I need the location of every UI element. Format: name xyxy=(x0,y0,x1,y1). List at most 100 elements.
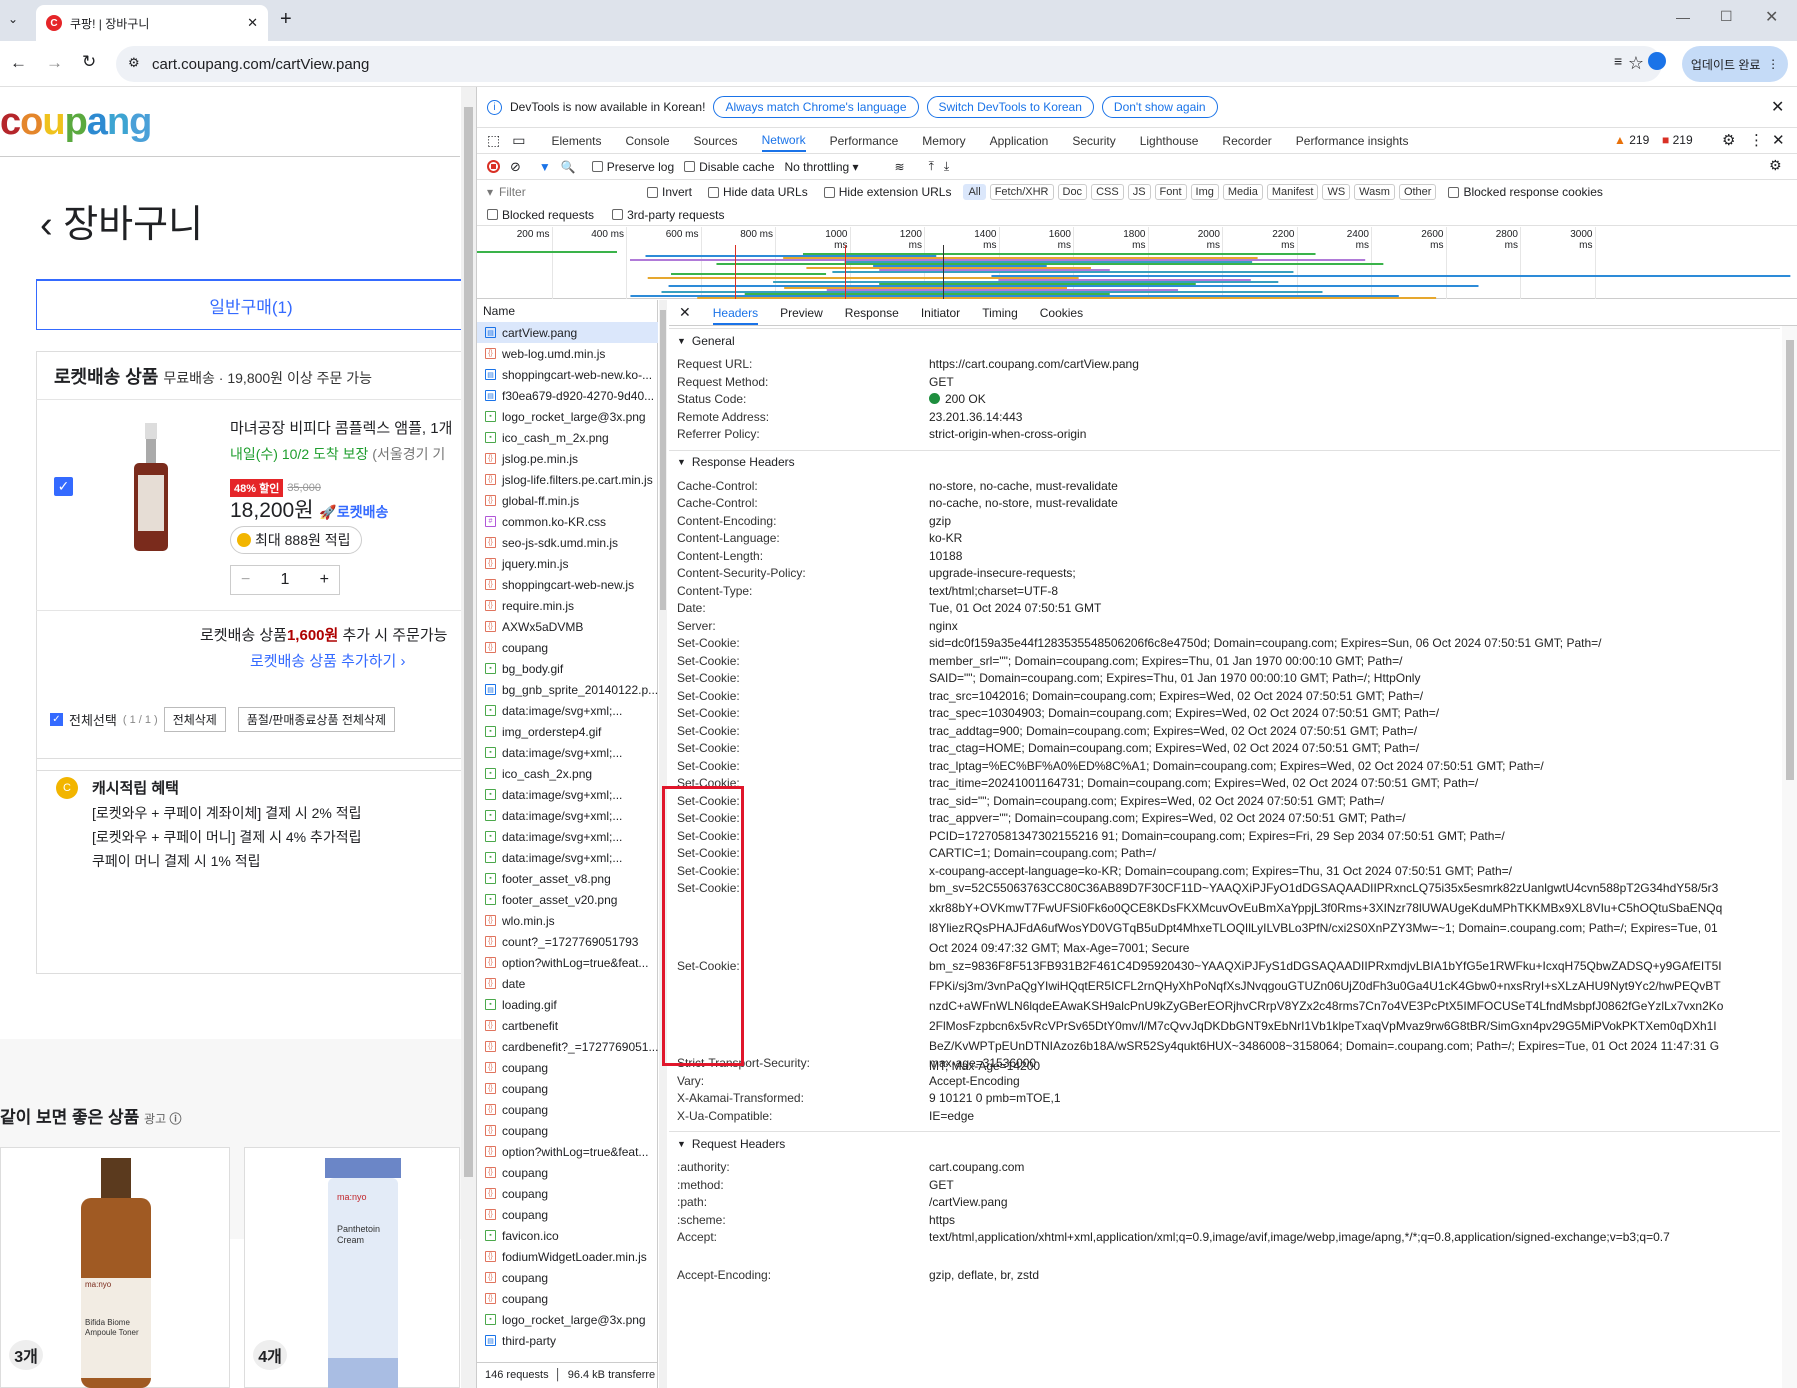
request-row[interactable]: ▪ logo_rocket_large@3x.png xyxy=(477,1309,658,1330)
export-har-icon[interactable]: ⤓ xyxy=(944,159,949,174)
tab-initiator[interactable]: Initiator xyxy=(921,306,960,320)
request-row[interactable]: {} jslog-life.filters.pe.cart.min.js xyxy=(477,469,658,490)
network-overview[interactable]: 200 ms 400 ms 600 ms 800 ms 1000 ms 1200 ms 14… xyxy=(477,227,1797,299)
request-row[interactable]: ▪ ico_cash_2x.png xyxy=(477,763,658,784)
filter-type-fetch[interactable]: Fetch/XHR xyxy=(989,184,1054,200)
tab-application[interactable]: Application xyxy=(990,134,1049,148)
request-row[interactable]: ▤ third-party xyxy=(477,1330,658,1351)
request-row[interactable]: {} cardbenefit?_=1727769051... xyxy=(477,1036,658,1057)
reload-icon[interactable]: ↻ xyxy=(82,52,96,72)
filter-type-font[interactable]: Font xyxy=(1154,184,1187,200)
request-row[interactable]: {} AXWx5aDVMB xyxy=(477,616,658,637)
banner-close-icon[interactable]: ✕ xyxy=(1771,97,1784,117)
tab-recorder[interactable]: Recorder xyxy=(1222,134,1271,148)
product-checkbox[interactable]: ✓ xyxy=(54,477,73,496)
tab-memory[interactable]: Memory xyxy=(922,134,965,148)
device-toolbar-icon[interactable]: ▭ xyxy=(512,132,525,149)
page-scrollbar[interactable] xyxy=(461,87,476,1388)
tab-elements[interactable]: Elements xyxy=(551,134,601,148)
minus-icon[interactable]: − xyxy=(241,571,250,589)
filter-type-other[interactable]: Other xyxy=(1398,184,1437,200)
window-close-icon[interactable]: ✕ xyxy=(1765,7,1778,27)
quantity-value[interactable]: 1 xyxy=(281,571,290,589)
request-row[interactable]: ▤ cartView.pang xyxy=(477,322,658,343)
filter-type-all[interactable]: All xyxy=(963,184,986,200)
request-row[interactable]: {} count?_=1727769051793 xyxy=(477,931,658,952)
reco-card[interactable]: ma:nyo Bifida Biome Ampoule Toner 3개 xyxy=(0,1147,230,1388)
quantity-stepper[interactable]: − 1 + xyxy=(230,565,340,595)
more-options-icon[interactable]: ⋮ xyxy=(1749,131,1764,149)
expand-triangle-icon[interactable]: ▼ xyxy=(677,1139,686,1149)
media-icon[interactable]: ≡ xyxy=(1614,53,1622,69)
tab-lighthouse[interactable]: Lighthouse xyxy=(1140,134,1199,148)
tab-timing[interactable]: Timing xyxy=(982,306,1018,320)
request-row[interactable]: {} coupang xyxy=(477,1162,658,1183)
request-row[interactable]: ▪ bg_body.gif xyxy=(477,658,658,679)
site-info-icon[interactable]: ⚙ xyxy=(128,55,140,71)
tab-headers[interactable]: Headers xyxy=(712,301,759,325)
product-image[interactable] xyxy=(130,423,172,551)
request-row[interactable]: ▪ footer_asset_v20.png xyxy=(477,889,658,910)
disable-cache-checkbox[interactable]: Disable cache xyxy=(684,160,775,174)
filter-input[interactable]: ▾ Filter xyxy=(487,185,647,199)
throttling-select[interactable]: No throttling ▾ xyxy=(785,160,885,174)
network-settings-icon[interactable]: ⚙ xyxy=(1769,157,1782,174)
request-row[interactable]: {} jslog.pe.min.js xyxy=(477,448,658,469)
filter-type-css[interactable]: CSS xyxy=(1091,184,1124,200)
request-row[interactable]: {} seo-js-sdk.umd.min.js xyxy=(477,532,658,553)
expand-triangle-icon[interactable]: ▼ xyxy=(677,336,686,346)
section-request[interactable]: ▼ Request Headers xyxy=(669,1131,1780,1155)
error-count[interactable]: ■ 219 xyxy=(1662,133,1693,147)
request-row[interactable]: {} coupang xyxy=(477,637,658,658)
tab-close-icon[interactable]: ✕ xyxy=(247,15,258,31)
hide-data-urls-checkbox[interactable]: Hide data URLs xyxy=(708,185,808,199)
filter-type-ws[interactable]: WS xyxy=(1322,184,1351,200)
forward-icon[interactable]: → xyxy=(46,53,63,73)
filter-type-wasm[interactable]: Wasm xyxy=(1354,184,1395,200)
filter-type-js[interactable]: JS xyxy=(1127,184,1151,200)
preserve-log-checkbox[interactable]: Preserve log xyxy=(591,160,674,174)
request-row[interactable]: {} coupang xyxy=(477,1078,658,1099)
details-scrollbar[interactable] xyxy=(1782,326,1797,1388)
maximize-icon[interactable]: ☐ xyxy=(1720,8,1733,25)
add-more-link[interactable]: 로켓배송 상품 추가하기 › xyxy=(250,650,406,671)
warning-count[interactable]: ▲ 219 xyxy=(1614,133,1649,147)
match-language-button[interactable]: Always match Chrome's language xyxy=(713,96,919,118)
request-row[interactable]: ▪ img_orderstep4.gif xyxy=(477,721,658,742)
request-row[interactable]: {} coupang xyxy=(477,1099,658,1120)
filter-icon[interactable]: ▼ xyxy=(539,160,551,174)
request-row[interactable]: ▪ data:image/svg+xml;... xyxy=(477,826,658,847)
detail-close-icon[interactable]: ✕ xyxy=(679,304,691,321)
request-row[interactable]: {} coupang xyxy=(477,1267,658,1288)
request-row[interactable]: {} jquery.min.js xyxy=(477,553,658,574)
request-row[interactable]: {} global-ff.min.js xyxy=(477,490,658,511)
request-row[interactable]: ▤ bg_gnb_sprite_20140122.p... xyxy=(477,679,658,700)
request-row[interactable]: ▪ footer_asset_v8.png xyxy=(477,868,658,889)
inspect-element-icon[interactable]: ⬚ xyxy=(487,132,500,149)
delete-soldout-button[interactable]: 품절/판매종료상품 전체삭제 xyxy=(237,707,396,732)
request-row[interactable]: ▪ data:image/svg+xml;... xyxy=(477,700,658,721)
request-row[interactable]: ▪ data:image/svg+xml;... xyxy=(477,784,658,805)
tab-sources[interactable]: Sources xyxy=(694,134,738,148)
request-row[interactable]: {} require.min.js xyxy=(477,595,658,616)
clear-icon[interactable]: ⊘ xyxy=(510,159,521,175)
filter-type-media[interactable]: Media xyxy=(1222,184,1263,200)
third-party-checkbox[interactable]: 3rd-party requests xyxy=(612,208,724,222)
back-chevron-icon[interactable]: ‹ xyxy=(40,204,53,246)
invert-checkbox[interactable]: Invert xyxy=(647,185,692,199)
tab-network[interactable]: Network xyxy=(761,133,806,152)
request-row[interactable]: ▤ f30ea679-d920-4270-9d40... xyxy=(477,385,658,406)
tab-console[interactable]: Console xyxy=(626,134,670,148)
select-all-checkbox[interactable]: ✓ xyxy=(50,713,63,726)
request-row[interactable]: {} shoppingcart-web-new.js xyxy=(477,574,658,595)
filter-type-manifest[interactable]: Manifest xyxy=(1266,184,1319,200)
request-row[interactable]: {} date xyxy=(477,973,658,994)
request-row[interactable]: ▪ favicon.ico xyxy=(477,1225,658,1246)
update-button[interactable]: 업데이트 완료 ⋮ xyxy=(1682,46,1788,82)
import-har-icon[interactable]: ⤒ xyxy=(929,159,934,174)
request-row[interactable]: ▪ data:image/svg+xml;... xyxy=(477,847,658,868)
browser-tab[interactable]: C 쿠팡! | 장바구니 ✕ xyxy=(36,5,268,41)
filter-type-img[interactable]: Img xyxy=(1190,184,1219,200)
dont-show-button[interactable]: Don't show again xyxy=(1101,96,1218,118)
record-icon[interactable] xyxy=(487,160,500,173)
